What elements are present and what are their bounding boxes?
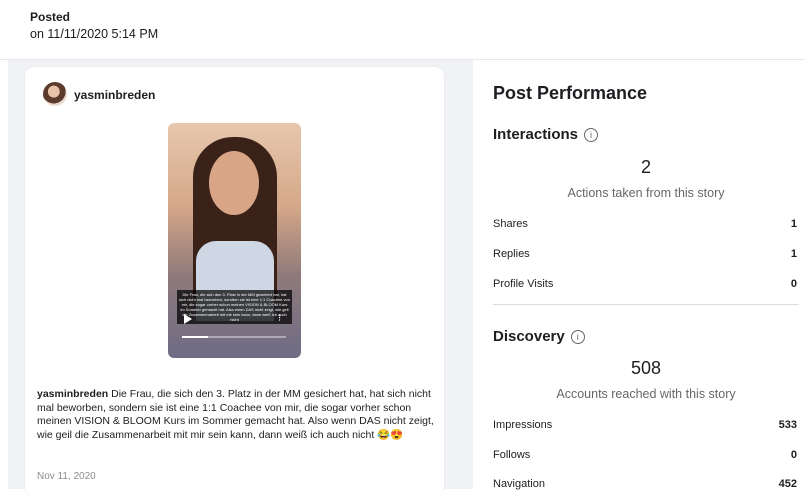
section-divider (493, 304, 799, 305)
story-overlay-text: Die Frau, die sich den 3. Platz in der M… (177, 290, 292, 324)
metric-label: Impressions (493, 419, 553, 431)
metric-value: 0 (790, 449, 797, 461)
posted-date: on 11/11/2020 5:14 PM (30, 27, 159, 41)
interactions-title: Interactions i (493, 126, 599, 143)
metric-label: Profile Visits (493, 278, 554, 290)
username[interactable]: yasminbreden (74, 88, 155, 102)
discovery-title: Discovery i (493, 328, 585, 345)
post-card: yasminbreden Die Frau, die sich den 3. P… (25, 67, 444, 497)
metric-value: 452 (778, 478, 797, 490)
metric-row-navigation: Navigation 452 (493, 478, 799, 494)
interactions-title-text: Interactions (493, 126, 579, 143)
metric-value: 533 (778, 419, 797, 431)
discovery-title-text: Discovery (493, 328, 565, 345)
metric-label: Navigation (493, 478, 545, 490)
metric-label: Shares (493, 218, 528, 230)
video-progress-bar[interactable] (182, 336, 286, 338)
metric-row-shares: Shares 1 (493, 218, 799, 234)
metric-value: 0 (790, 278, 797, 290)
metric-value: 1 (790, 248, 797, 260)
story-image-face (209, 151, 259, 215)
page-title: Post Performance (493, 83, 648, 103)
post-caption: yasminbreden Die Frau, die sich den 3. P… (37, 388, 437, 442)
story-video[interactable]: Die Frau, die sich den 3. Platz in der M… (168, 123, 301, 358)
metric-label: Follows (493, 449, 531, 461)
volume-icon[interactable]: ⁝ (278, 313, 281, 324)
video-progress-fill (182, 336, 208, 338)
avatar[interactable] (43, 82, 67, 106)
play-icon[interactable] (184, 314, 192, 324)
discovery-subtitle: Accounts reached with this story (556, 387, 736, 401)
posted-header: Posted on 11/11/2020 5:14 PM (30, 10, 158, 41)
metric-row-replies: Replies 1 (493, 248, 799, 264)
metric-row-follows: Follows 0 (493, 449, 799, 465)
discovery-count: 508 (630, 358, 662, 378)
metric-label: Replies (493, 248, 530, 260)
metric-value: 1 (790, 218, 797, 230)
interactions-subtitle: Actions taken from this story (567, 186, 725, 200)
post-date: Nov 11, 2020 (37, 471, 96, 482)
interactions-count: 2 (640, 157, 651, 177)
posted-label: Posted (30, 10, 71, 24)
caption-username[interactable]: yasminbreden (37, 388, 108, 400)
info-icon[interactable]: i (570, 330, 585, 344)
metric-row-impressions: Impressions 533 (493, 419, 799, 435)
metric-row-profile-visits: Profile Visits 0 (493, 278, 799, 294)
info-icon[interactable]: i (584, 128, 599, 142)
